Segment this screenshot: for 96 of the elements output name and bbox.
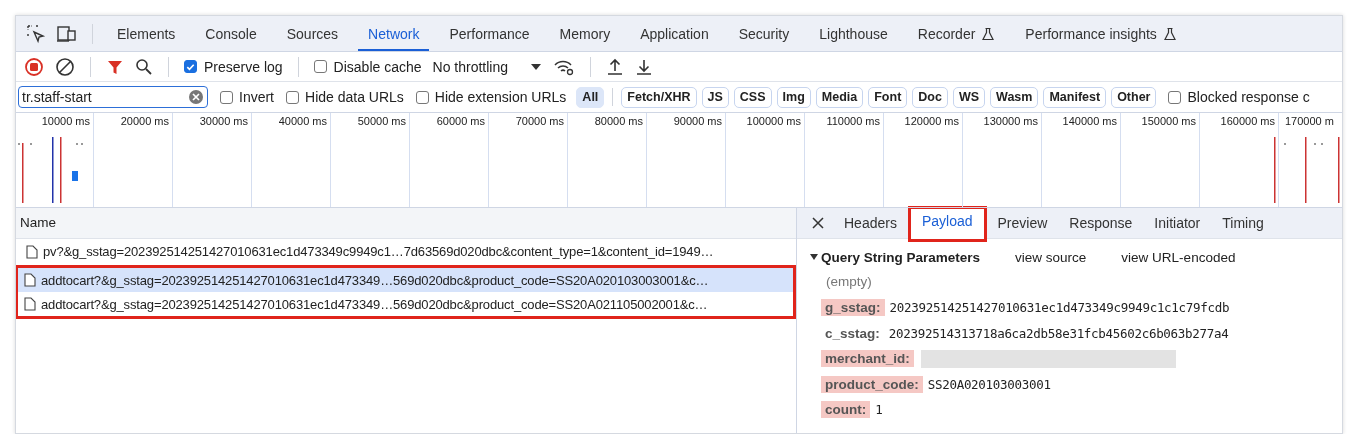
checkbox[interactable]: [1168, 90, 1182, 104]
request-name: pv?&g_sstag=202392514251427010631ec1d473349c9949c1…7d63569d020dbc&content_type=1&content_id=1949…: [43, 244, 714, 259]
checkbox[interactable]: [220, 90, 233, 104]
checkbox-label: Invert: [239, 89, 274, 105]
type-filter-button[interactable]: Other: [1111, 86, 1157, 108]
type-filter-button[interactable]: Img: [776, 86, 811, 108]
checkbox-label: Disable cache: [333, 58, 422, 75]
document-icon: [24, 273, 36, 287]
device-icon[interactable]: [56, 23, 78, 44]
search-icon[interactable]: [135, 57, 153, 76]
tab[interactable]: Headers: [833, 208, 908, 238]
document-icon: [24, 297, 36, 311]
param-key: c_sstag:: [821, 324, 884, 342]
upload-icon[interactable]: [606, 57, 624, 76]
download-icon[interactable]: [635, 57, 653, 76]
type-filter-button[interactable]: WS: [952, 86, 986, 108]
type-filter-button[interactable]: CSS: [733, 86, 772, 108]
clear-field-icon[interactable]: [188, 89, 204, 105]
time-tick-label: 10000 ms: [41, 115, 90, 128]
tab[interactable]: Elements: [107, 16, 186, 51]
section-toggle[interactable]: Query String Parameters: [809, 249, 981, 265]
time-tick-label: 170000 m: [1285, 115, 1334, 128]
inspect-icon[interactable]: [26, 23, 46, 44]
time-tick-label: 20000 ms: [120, 115, 169, 128]
type-filter-button[interactable]: Manifest: [1043, 86, 1107, 108]
tab[interactable]: Timing: [1211, 208, 1275, 238]
tab[interactable]: Preview: [986, 208, 1059, 238]
tab[interactable]: Sources: [276, 16, 349, 51]
time-tick-label: 50000 ms: [357, 115, 406, 128]
time-tick-label: 70000 ms: [515, 115, 564, 128]
param-key: count:: [821, 401, 871, 419]
time-tick-label: 110000 ms: [826, 115, 880, 128]
request-row[interactable]: addtocart?&g_sstag=202392514251427010631ec1d473349…569d020dbc&product_code=SS20A021105002001&c…: [18, 292, 793, 316]
checkbox-label: Blocked response c: [1187, 89, 1310, 105]
clear-icon[interactable]: [55, 56, 75, 77]
time-tick-label: 150000 ms: [1141, 115, 1196, 128]
expanded-triangle-icon: [809, 252, 819, 262]
checkbox[interactable]: [286, 90, 299, 104]
type-filter-button[interactable]: Doc: [912, 86, 948, 108]
tab[interactable]: Response: [1058, 208, 1144, 238]
param-value: 202392514251427010631ec1d473349c9949c1c1c79fcdb: [889, 300, 1230, 316]
type-filter-button[interactable]: All: [576, 86, 605, 108]
caret-icon: [530, 61, 542, 72]
checkbox[interactable]: [313, 60, 327, 73]
throttling-dropdown[interactable]: No throttling: [432, 58, 542, 75]
tab[interactable]: Performance insights: [1015, 16, 1187, 51]
tab[interactable]: Payload: [907, 206, 987, 242]
flask-icon: [1162, 26, 1177, 41]
type-filter-button[interactable]: JS: [701, 86, 729, 108]
type-filter-button[interactable]: Fetch/XHR: [621, 86, 697, 108]
request-name: addtocart?&g_sstag=202392514251427010631ec1d473349…569d020dbc&product_code=SS20A020103003001&c…: [41, 272, 709, 288]
request-row[interactable]: addtocart?&g_sstag=202392514251427010631ec1d473349…569d020dbc&product_code=SS20A020103003001&c…: [18, 268, 793, 292]
param-key: g_sstag:: [821, 299, 885, 317]
param-value: 1: [875, 402, 883, 418]
empty-note: (empty): [825, 273, 873, 291]
close-icon[interactable]: [811, 216, 825, 230]
view-link[interactable]: view source: [1015, 249, 1087, 265]
checkbox[interactable]: [184, 60, 197, 73]
request-name: addtocart?&g_sstag=202392514251427010631ec1d473349…569d020dbc&product_code=SS20A021105002001&c…: [41, 296, 708, 312]
type-filter-button[interactable]: Font: [868, 86, 908, 108]
checkbox-label: Hide extension URLs: [434, 89, 567, 105]
tab[interactable]: Performance: [439, 16, 540, 51]
checkbox-label: Hide data URLs: [305, 89, 404, 105]
checkbox-label: Preserve log: [204, 58, 283, 75]
time-tick-label: 90000 ms: [673, 115, 722, 128]
tab[interactable]: Network: [358, 16, 430, 51]
type-filter-button[interactable]: Media: [815, 86, 864, 108]
time-tick-label: 80000 ms: [594, 115, 643, 128]
param-key: merchant_id:: [821, 350, 914, 368]
tab[interactable]: Application: [630, 16, 719, 51]
checkbox[interactable]: [415, 90, 429, 104]
time-tick-label: 60000 ms: [436, 115, 485, 128]
view-link[interactable]: view URL-encoded: [1121, 249, 1236, 265]
param-key: product_code:: [821, 375, 923, 393]
tab[interactable]: Lighthouse: [809, 16, 898, 51]
tab[interactable]: Security: [728, 16, 800, 51]
time-tick-label: 40000 ms: [278, 115, 327, 128]
param-value: 202392514313718a6ca2db58e31fcb45602c6b063b277a4: [888, 325, 1229, 341]
type-filter-button[interactable]: Wasm: [990, 86, 1039, 108]
tab[interactable]: Memory: [549, 16, 621, 51]
tab[interactable]: Recorder: [907, 16, 1006, 51]
column-header: Name: [16, 208, 796, 239]
time-tick-label: 140000 ms: [1062, 115, 1117, 128]
stop-recording-icon[interactable]: [24, 56, 44, 77]
document-icon: [26, 244, 38, 259]
param-value: SS20A020103003001: [927, 376, 1051, 392]
time-tick-label: 130000 ms: [983, 115, 1038, 128]
time-tick-label: 30000 ms: [199, 115, 248, 128]
time-tick-label: 160000 ms: [1220, 115, 1275, 128]
filter-field[interactable]: tr.staff-start: [18, 86, 208, 108]
tab[interactable]: Initiator: [1143, 208, 1212, 238]
tab[interactable]: Console: [195, 16, 267, 51]
time-tick-label: 100000 ms: [746, 115, 801, 128]
time-tick-label: 120000 ms: [904, 115, 959, 128]
request-row[interactable]: pv?&g_sstag=202392514251427010631ec1d473349c9949c1…7d63569d020dbc&content_type=1&content_id=1949…: [16, 239, 796, 264]
flask-icon: [981, 26, 996, 41]
